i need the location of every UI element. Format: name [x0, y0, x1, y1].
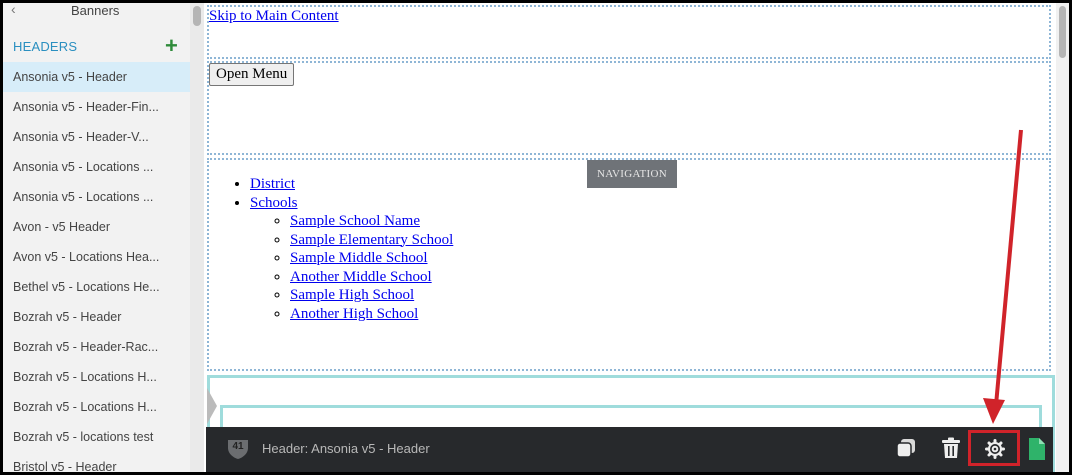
list-item[interactable]: Ansonia v5 - Header-V...: [3, 122, 190, 152]
preview-canvas: Skip to Main Content Open Menu NAVIGATIO…: [204, 3, 1069, 472]
list-item[interactable]: Ansonia v5 - Locations ...: [3, 152, 190, 182]
nav-subitem: Another High School: [290, 305, 453, 324]
list-item[interactable]: Bozrah v5 - locations test: [3, 422, 190, 452]
nav-subitem: Another Middle School: [290, 268, 453, 287]
sidebar-top: ‹ Banners: [3, 3, 190, 23]
open-menu-button[interactable]: Open Menu: [209, 63, 295, 86]
nav-subitem: Sample Elementary School: [290, 231, 453, 250]
nav-link-school[interactable]: Sample High School: [290, 287, 414, 303]
badge-count: 41: [232, 441, 244, 452]
preview-scroll-thumb[interactable]: [1059, 6, 1066, 58]
list-item[interactable]: Bristol v5 - Header: [3, 452, 190, 472]
navigation-tag: NAVIGATION: [587, 160, 677, 188]
nav-link-school[interactable]: Another Middle School: [290, 269, 432, 285]
headers-section-label: HEADERS: [13, 39, 78, 54]
page-icon[interactable]: [1028, 437, 1046, 461]
nav-list: District Schools Sample School Name Samp…: [212, 175, 453, 323]
app-window: ‹ Banners HEADERS + Ansonia v5 - Header …: [3, 3, 1069, 472]
nav-item: Schools Sample School Name Sample Elemen…: [250, 194, 453, 324]
nav-link-school[interactable]: Another High School: [290, 306, 418, 322]
list-item[interactable]: Bozrah v5 - Locations H...: [3, 362, 190, 392]
nav-link-school[interactable]: Sample Middle School: [290, 250, 428, 266]
header-list: Ansonia v5 - Header Ansonia v5 - Header-…: [3, 62, 190, 472]
toolbar-title: Header: Ansonia v5 - Header: [262, 441, 430, 456]
list-item[interactable]: Bozrah v5 - Header-Rac...: [3, 332, 190, 362]
list-item[interactable]: Ansonia v5 - Header: [3, 62, 190, 92]
skip-to-main-link[interactable]: Skip to Main Content: [209, 8, 339, 25]
schools-sublist: Sample School Name Sample Elementary Sch…: [250, 212, 453, 323]
nav-subitem: Sample High School: [290, 286, 453, 305]
copy-icon[interactable]: [896, 438, 916, 458]
list-item[interactable]: Bozrah v5 - Locations H...: [3, 392, 190, 422]
caret-right-icon[interactable]: [207, 388, 217, 424]
list-item[interactable]: Bozrah v5 - Header: [3, 302, 190, 332]
nav-subitem: Sample School Name: [290, 212, 453, 231]
list-item[interactable]: Ansonia v5 - Header-Fin...: [3, 92, 190, 122]
nav-link-schools[interactable]: Schools: [250, 195, 298, 211]
trash-icon[interactable]: [941, 437, 961, 459]
list-item[interactable]: Avon - v5 Header: [3, 212, 190, 242]
sidebar-scrollbar[interactable]: [190, 3, 204, 472]
banners-label[interactable]: Banners: [71, 3, 119, 18]
sidebar-scroll-thumb[interactable]: [193, 6, 201, 26]
list-item[interactable]: Bethel v5 - Locations He...: [3, 272, 190, 302]
chevron-left-icon[interactable]: ‹: [11, 3, 16, 17]
nav-link-school[interactable]: Sample Elementary School: [290, 232, 453, 248]
headers-section: HEADERS +: [3, 33, 190, 59]
list-item[interactable]: Avon v5 - Locations Hea...: [3, 242, 190, 272]
element-toolbar: 41 Header: Ansonia v5 - Header: [206, 427, 1053, 472]
plus-icon[interactable]: +: [165, 33, 178, 59]
nav-link-school[interactable]: Sample School Name: [290, 213, 420, 229]
preview-scrollbar[interactable]: [1056, 3, 1069, 472]
annotation-highlight-box: [968, 430, 1020, 466]
nav-item: District: [250, 175, 453, 194]
region-menu[interactable]: [207, 61, 1051, 155]
list-item[interactable]: Ansonia v5 - Locations ...: [3, 182, 190, 212]
sidebar: ‹ Banners HEADERS + Ansonia v5 - Header …: [3, 3, 190, 472]
nav-subitem: Sample Middle School: [290, 249, 453, 268]
nav-link-district[interactable]: District: [250, 176, 295, 192]
